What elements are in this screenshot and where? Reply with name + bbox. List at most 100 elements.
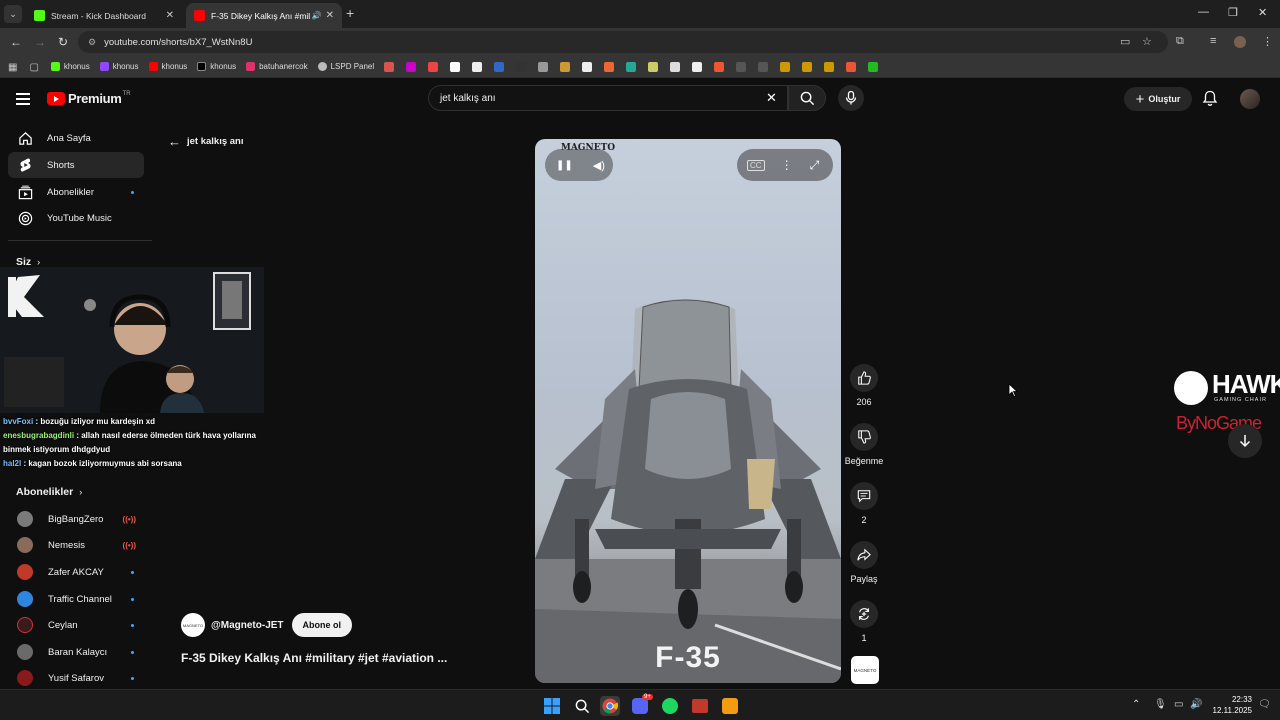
chrome-icon[interactable] (600, 696, 620, 716)
video-title[interactable]: F-35 Dikey Kalkış Anı #military #jet #av… (181, 651, 447, 665)
bookmark-icon[interactable] (626, 61, 637, 72)
extensions-icon[interactable]: ⧉ (1176, 35, 1184, 48)
bookmark-item[interactable]: khonus (197, 62, 236, 71)
sidebar-channel[interactable]: Yusif Safarov (8, 665, 144, 691)
cast-icon[interactable]: ▭ (1120, 35, 1130, 48)
site-info-icon[interactable]: ⚙ (88, 37, 96, 48)
bookmark-item[interactable]: batuhanercok (246, 62, 308, 71)
spotify-icon[interactable] (660, 696, 680, 716)
sidebar-channel[interactable]: Baran Kalaycı (8, 639, 144, 665)
reload-button[interactable]: ↻ (58, 35, 68, 49)
sidebar-item-subscriptions[interactable]: Abonelikler (8, 179, 144, 205)
bookmark-item[interactable]: LSPD Panel (317, 62, 374, 71)
comments-button[interactable]: 2 (844, 482, 884, 525)
like-button[interactable]: 206 (844, 364, 884, 407)
start-icon[interactable] (542, 696, 562, 716)
bookmark-icon[interactable] (846, 61, 857, 72)
bookmark-icon[interactable] (604, 61, 615, 72)
subscribe-button[interactable]: Abone ol (291, 613, 353, 637)
app-icon[interactable] (720, 696, 740, 716)
minimize-button[interactable]: — (1198, 6, 1209, 18)
sidebar-channel[interactable]: Traffic Channel (8, 586, 144, 612)
bookmark-icon[interactable] (538, 61, 549, 72)
network-icon[interactable]: ▭ (1174, 699, 1183, 710)
sidebar-channel[interactable]: BigBangZero ((•)) (8, 506, 144, 532)
bookmark-icon[interactable] (406, 61, 417, 72)
pause-icon[interactable]: ❚❚ (556, 160, 573, 171)
more-options-icon[interactable]: ⋮ (781, 158, 793, 172)
channel-handle[interactable]: @Magneto-JET (211, 620, 284, 631)
subscriptions-section-heading[interactable]: Abonelikler › (16, 486, 82, 498)
captions-icon[interactable]: CC (747, 159, 765, 171)
sidebar-channel[interactable]: Ceylan (8, 612, 144, 638)
browser-menu-icon[interactable]: ⋮ (1262, 35, 1273, 48)
shorts-video-player[interactable]: MAGNETO ❚❚ ◀) CC ⋮ ⤢ F-35 (535, 139, 841, 683)
bookmark-icon[interactable] (560, 61, 571, 72)
remix-button[interactable]: 1 (844, 600, 884, 643)
new-tab-button[interactable]: + (346, 5, 354, 21)
tray-overflow-icon[interactable]: ⌃ (1132, 699, 1140, 710)
search-button[interactable] (788, 85, 826, 111)
discord-icon[interactable]: 9+ (630, 694, 653, 716)
profile-avatar[interactable] (1234, 36, 1246, 48)
bookmark-icon[interactable] (494, 61, 505, 72)
bookmark-icon[interactable] (824, 61, 835, 72)
back-button[interactable]: ← (10, 35, 22, 49)
youtube-premium-logo[interactable]: Premium TR (47, 91, 131, 106)
microphone-icon[interactable]: 🎙 (1154, 699, 1167, 710)
bookmark-icon[interactable] (714, 61, 725, 72)
bookmark-icon[interactable] (648, 61, 659, 72)
sidebar-channel[interactable]: Nemesis ((•)) (8, 532, 144, 558)
forward-button[interactable]: → (34, 35, 46, 49)
bookmark-icon[interactable] (868, 61, 879, 72)
bookmark-icon[interactable] (670, 61, 681, 72)
back-to-search-link[interactable]: ← jet kalkış anı (168, 134, 244, 149)
voicemeeter-icon[interactable] (690, 696, 710, 716)
tab-close-icon[interactable]: ✕ (326, 10, 334, 21)
bookmark-item[interactable]: khonus (99, 62, 139, 71)
folder-icon[interactable]: ▢ (29, 62, 38, 73)
tab-kick-dashboard[interactable]: Stream - Kick Dashboard ✕ (26, 3, 182, 28)
notifications-icon[interactable]: 🗨 (1258, 699, 1271, 710)
next-video-button[interactable] (1228, 424, 1262, 458)
menu-icon[interactable] (16, 93, 30, 108)
bookmark-icon[interactable] (736, 61, 747, 72)
bookmark-star-icon[interactable]: ☆ (1142, 35, 1152, 48)
share-button[interactable]: Paylaş (844, 541, 884, 584)
bookmark-icon[interactable] (802, 61, 813, 72)
tab-close-icon[interactable]: ✕ (166, 10, 174, 21)
volume-icon[interactable]: 🔊 (1190, 699, 1202, 710)
bookmark-icon[interactable] (780, 61, 791, 72)
volume-icon[interactable]: ◀) (593, 159, 605, 172)
restore-button[interactable]: ❐ (1228, 6, 1238, 19)
bookmark-icon[interactable] (516, 61, 527, 72)
bookmark-item[interactable]: khonus (50, 62, 90, 71)
address-bar[interactable]: ⚙ youtube.com/shorts/bX7_WstNn8U (78, 31, 1168, 53)
reading-list-icon[interactable]: ≡ (1210, 35, 1216, 47)
search-icon[interactable] (572, 696, 592, 716)
bookmark-icon[interactable] (384, 61, 395, 72)
apps-grid-icon[interactable]: ▦ (8, 62, 17, 73)
tab-search-menu-button[interactable]: ⌄ (4, 5, 22, 23)
dislike-button[interactable]: Beğenme (844, 423, 884, 466)
create-button[interactable]: + Oluştur (1124, 87, 1192, 111)
notifications-icon[interactable] (1202, 90, 1218, 112)
bookmark-icon[interactable] (472, 61, 483, 72)
sidebar-item-youtube-music[interactable]: YouTube Music (8, 205, 144, 231)
bookmark-icon[interactable] (428, 61, 439, 72)
account-avatar[interactable] (1240, 89, 1260, 109)
sound-thumbnail[interactable]: MAGNETO (851, 656, 879, 684)
fullscreen-icon[interactable]: ⤢ (810, 158, 820, 173)
bookmark-icon[interactable] (582, 61, 593, 72)
bookmark-item[interactable]: khonus (148, 62, 187, 71)
clear-search-icon[interactable]: ✕ (766, 90, 777, 106)
search-input[interactable]: jet kalkış anı (428, 85, 788, 111)
sidebar-channel[interactable]: Zafer AKCAY (8, 559, 144, 585)
bookmark-icon[interactable] (450, 61, 461, 72)
bookmark-icon[interactable] (758, 61, 769, 72)
sidebar-item-shorts[interactable]: Shorts (8, 152, 144, 178)
sidebar-item-home[interactable]: Ana Sayfa (8, 125, 144, 151)
speaker-icon[interactable]: 🔊 (312, 11, 322, 20)
voice-search-button[interactable] (838, 85, 864, 111)
tab-youtube-short[interactable]: F-35 Dikey Kalkış Anı #milit 🔊 ✕ (186, 3, 342, 28)
